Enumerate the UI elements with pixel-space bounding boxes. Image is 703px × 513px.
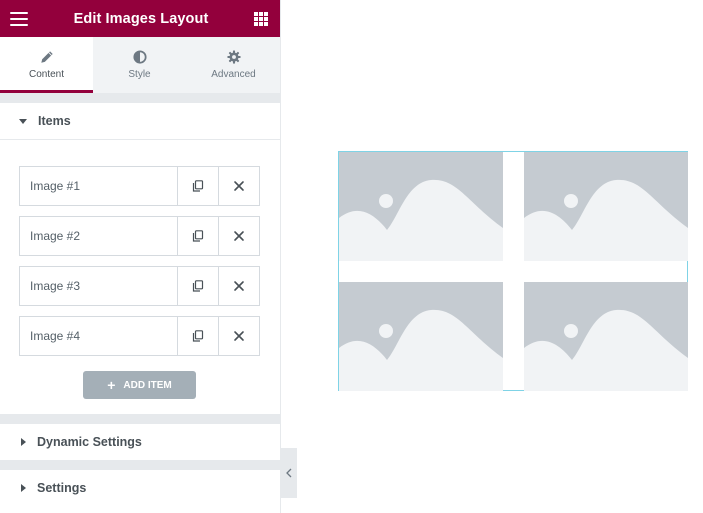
section-settings-toggle[interactable]: Settings: [0, 470, 280, 506]
image-placeholder-icon: [524, 282, 688, 391]
image-placeholder[interactable]: [524, 152, 688, 261]
repeater-item-title[interactable]: Image #2: [20, 217, 177, 255]
repeater-item: Image #2: [19, 216, 260, 256]
close-icon: [234, 231, 244, 241]
duplicate-button[interactable]: [177, 317, 218, 355]
copy-icon: [192, 180, 204, 192]
duplicate-button[interactable]: [177, 217, 218, 255]
panel-title: Edit Images Layout: [73, 10, 209, 27]
hamburger-icon[interactable]: [10, 11, 28, 26]
tab-advanced-label: Advanced: [211, 69, 256, 80]
add-item-label: ADD ITEM: [123, 379, 172, 391]
section-items-toggle[interactable]: Items: [0, 103, 280, 139]
contrast-icon: [132, 50, 147, 64]
gear-icon: [226, 50, 241, 64]
repeater-item: Image #4: [19, 316, 260, 356]
remove-button[interactable]: [218, 167, 259, 205]
close-icon: [234, 281, 244, 291]
image-placeholder-icon: [339, 152, 503, 261]
close-icon: [234, 331, 244, 341]
repeater-item: Image #3: [19, 266, 260, 306]
repeater-item: Image #1: [19, 166, 260, 206]
chevron-left-icon: [285, 468, 291, 478]
tab-advanced[interactable]: Advanced: [186, 37, 280, 93]
pencil-icon: [40, 51, 53, 63]
section-divider: [0, 460, 280, 470]
repeater-item-title[interactable]: Image #1: [20, 167, 177, 205]
image-placeholder[interactable]: [339, 282, 503, 391]
remove-button[interactable]: [218, 267, 259, 305]
image-placeholder-icon: [524, 152, 688, 261]
image-placeholder[interactable]: [339, 152, 503, 261]
repeater-item-title[interactable]: Image #4: [20, 317, 177, 355]
image-placeholder[interactable]: [524, 282, 688, 391]
tab-content-label: Content: [28, 69, 65, 80]
remove-button[interactable]: [218, 317, 259, 355]
panel-header: Edit Images Layout: [0, 0, 280, 37]
tab-style[interactable]: Style: [93, 37, 186, 93]
copy-icon: [192, 230, 204, 242]
plus-icon: +: [107, 377, 116, 393]
tab-content[interactable]: Content: [0, 37, 93, 93]
copy-icon: [192, 330, 204, 342]
section-settings-label: Settings: [37, 481, 87, 495]
section-dynamic-label: Dynamic Settings: [37, 435, 142, 449]
repeater-item-title[interactable]: Image #3: [20, 267, 177, 305]
image-placeholder-icon: [339, 282, 503, 391]
close-icon: [234, 181, 244, 191]
grid-icon[interactable]: [254, 11, 268, 26]
section-divider: [0, 93, 280, 103]
section-items-label: Items: [38, 114, 71, 128]
caret-down-icon: [19, 118, 27, 124]
panel-edge: [280, 0, 281, 513]
panel-collapse-toggle[interactable]: [280, 448, 297, 498]
panel-tabs: Content Style Advanced: [0, 37, 280, 93]
add-item-button[interactable]: + ADD ITEM: [83, 371, 196, 399]
copy-icon: [192, 280, 204, 292]
caret-right-icon: [21, 438, 26, 446]
images-layout-widget[interactable]: [338, 151, 688, 391]
section-dynamic-toggle[interactable]: Dynamic Settings: [0, 424, 280, 460]
items-repeater: Image #1 Image #2 Image #3 Image #4 + AD…: [0, 139, 280, 414]
duplicate-button[interactable]: [177, 267, 218, 305]
section-divider: [0, 414, 280, 424]
add-item-wrap: + ADD ITEM: [19, 366, 260, 399]
tab-style-label: Style: [128, 69, 151, 80]
editor-panel: Edit Images Layout Content Style Advance…: [0, 0, 280, 513]
caret-right-icon: [21, 484, 26, 492]
duplicate-button[interactable]: [177, 167, 218, 205]
remove-button[interactable]: [218, 217, 259, 255]
